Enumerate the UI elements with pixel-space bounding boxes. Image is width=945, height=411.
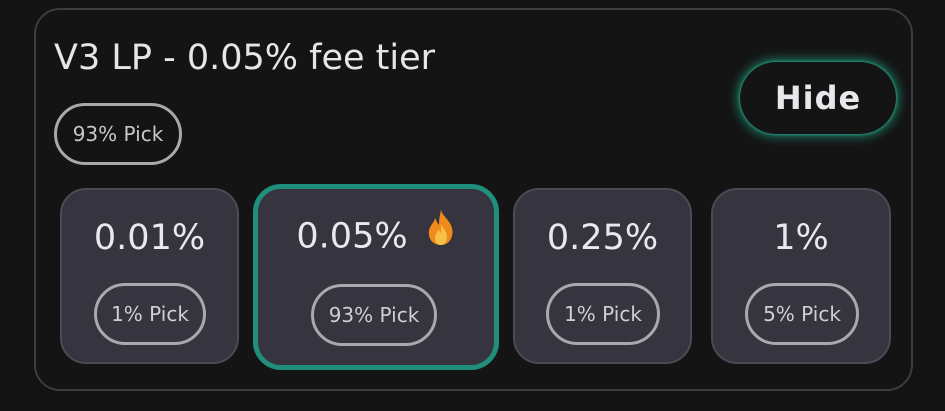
fee-tier-percent: 0.25% — [546, 218, 659, 258]
selected-tier-pick-badge: 93% Pick — [54, 103, 182, 165]
fire-icon — [426, 209, 456, 258]
hide-button[interactable]: Hide — [740, 62, 896, 134]
fee-tier-pick-badge: 93% Pick — [311, 284, 437, 346]
fee-tier-option-1[interactable]: 1% 5% Pick — [711, 188, 891, 364]
fee-tier-option-0-01[interactable]: 0.01% 1% Pick — [60, 188, 239, 364]
fee-tier-pick-badge: 1% Pick — [94, 283, 206, 345]
fee-tier-percent: 1% — [773, 218, 829, 258]
card-title: V3 LP - 0.05% fee tier — [54, 38, 436, 78]
fee-tier-pick-badge: 1% Pick — [546, 283, 660, 345]
fee-tier-percent-row: 0.05% — [258, 210, 494, 262]
fee-tier-option-0-05[interactable]: 0.05% 93% Pick — [253, 184, 499, 370]
fee-tier-percent: 0.01% — [93, 218, 206, 258]
fee-tier-card: V3 LP - 0.05% fee tier 93% Pick Hide 0.0… — [34, 8, 913, 391]
fee-tier-option-0-25[interactable]: 0.25% 1% Pick — [513, 188, 692, 364]
fee-tier-percent: 0.05% — [296, 216, 408, 257]
fee-tier-pick-badge: 5% Pick — [745, 283, 859, 345]
